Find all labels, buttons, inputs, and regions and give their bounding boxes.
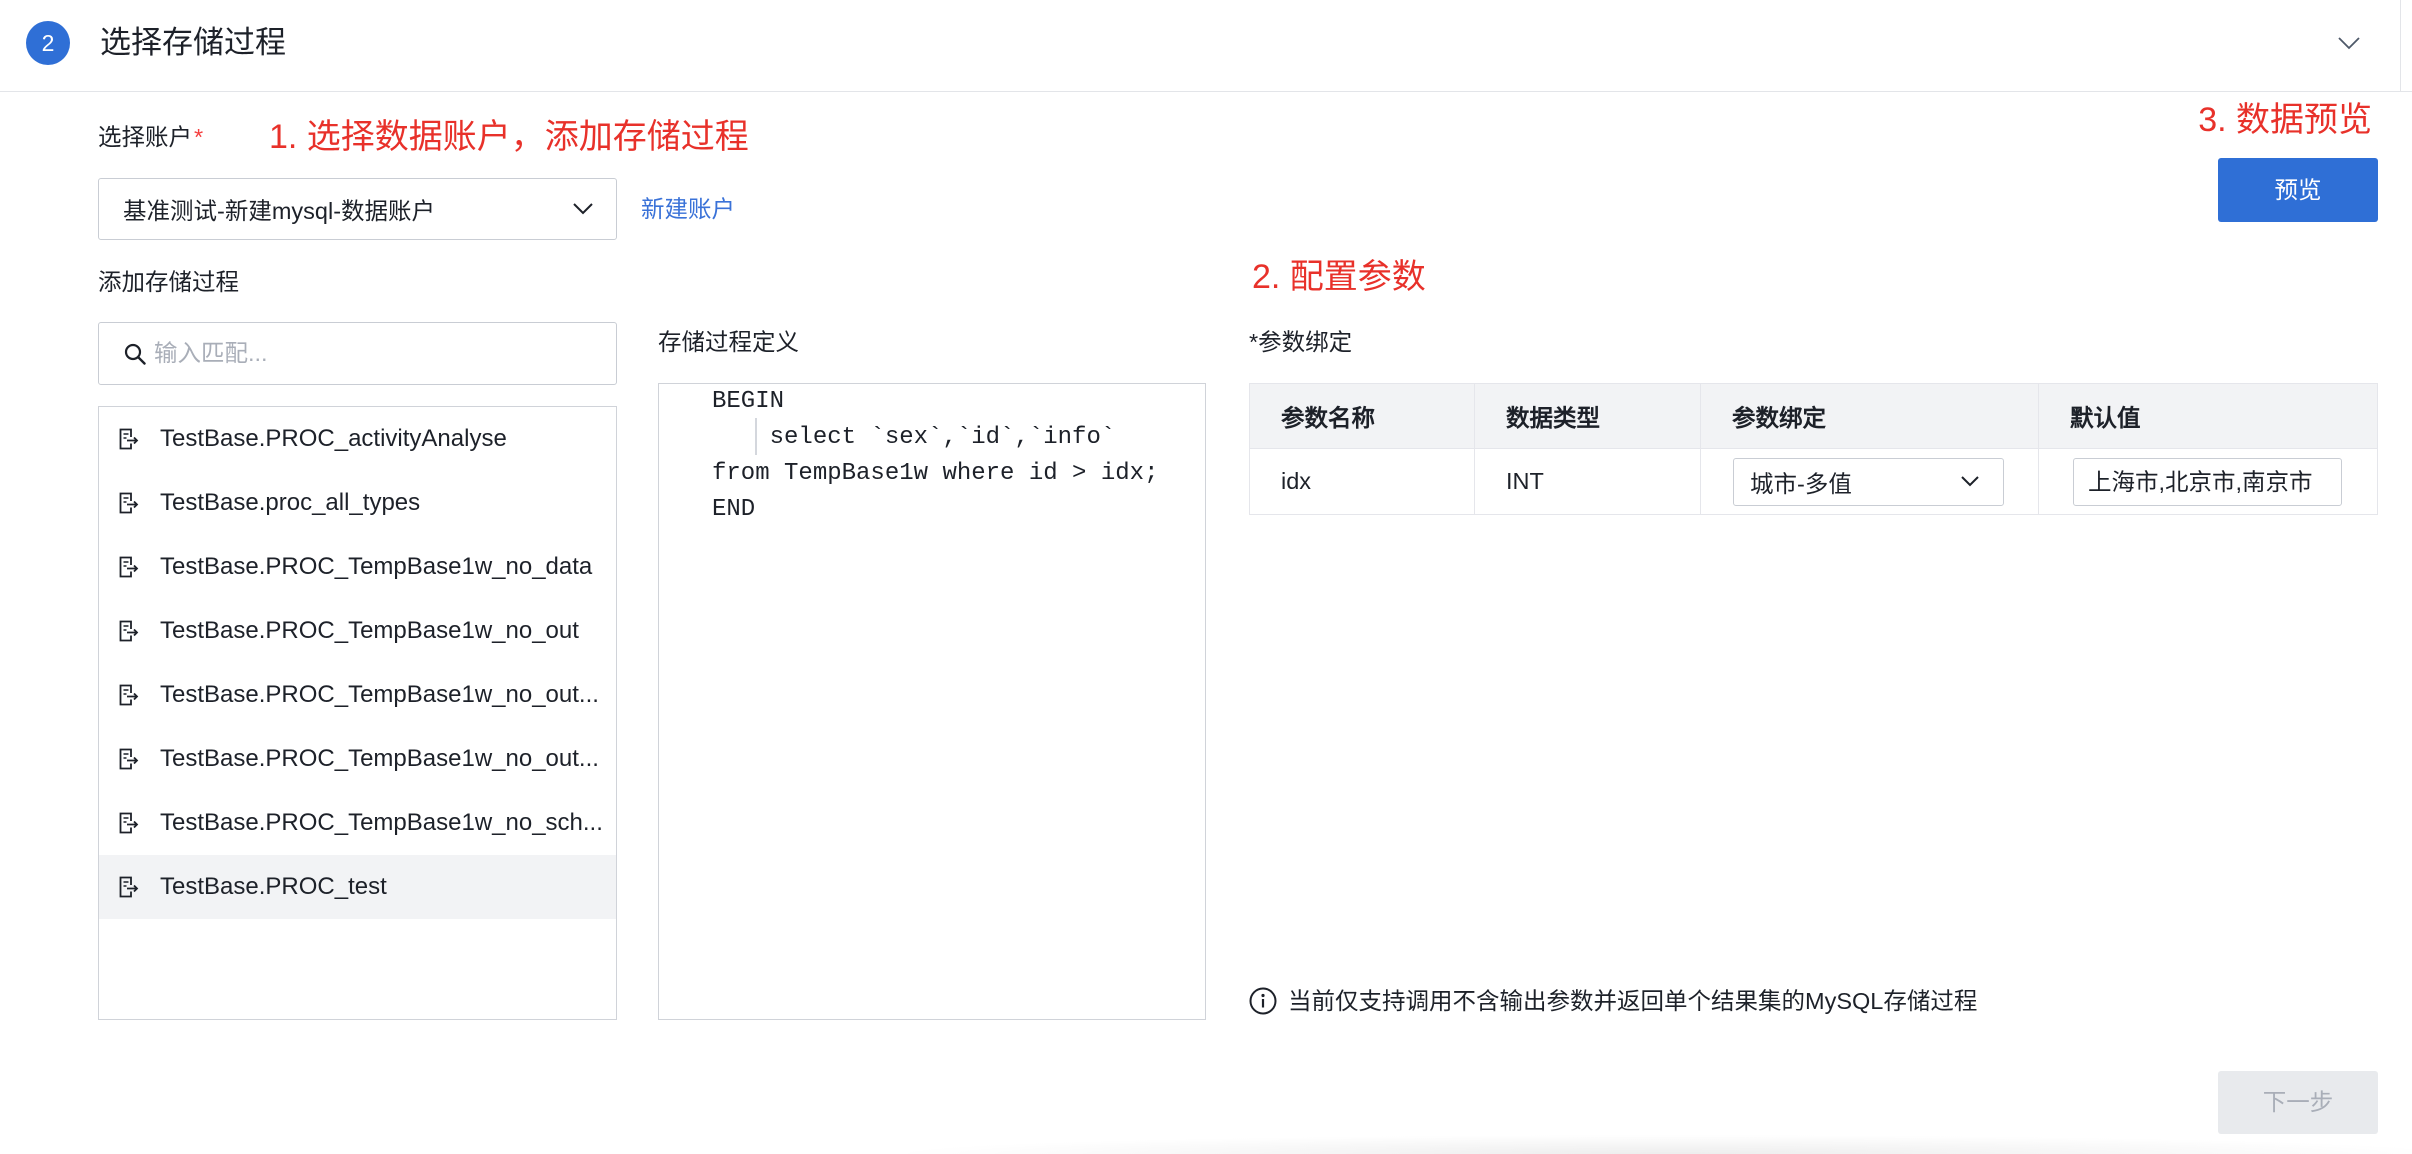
chevron-down-icon [572, 198, 594, 220]
procedure-name: TestBase.PROC_TempBase1w_no_sch... [160, 809, 603, 836]
column-header-data-type: 数据类型 [1474, 383, 1701, 449]
procedure-definition-editor[interactable]: BEGIN select `sex`,`id`,`info` from Temp… [658, 383, 1206, 1020]
procedure-name: TestBase.PROC_activityAnalyse [160, 425, 507, 452]
account-select-value: 基准测试-新建mysql-数据账户 [123, 198, 436, 224]
default-value-cell: 上海市,北京市,南京市 [2038, 448, 2378, 515]
procedure-icon [119, 876, 139, 898]
search-icon [124, 343, 146, 365]
code-line: END [712, 496, 756, 523]
table-header-row: 参数名称 数据类型 参数绑定 默认值 [1249, 383, 2378, 449]
param-binding-cell: 城市-多值 [1700, 448, 2039, 515]
account-label: 选择账户* [98, 122, 203, 152]
procedure-list-item[interactable]: TestBase.PROC_TempBase1w_no_sch... [99, 791, 616, 855]
procedure-icon [119, 748, 139, 770]
param-binding-table: 参数名称 数据类型 参数绑定 默认值 idx INT 城市-多值 上海市,北京市… [1249, 383, 2378, 515]
param-binding-value: 城市-多值 [1750, 471, 1852, 497]
preview-button[interactable]: 预览 [2218, 158, 2378, 222]
column-header-param-name: 参数名称 [1249, 383, 1475, 449]
procedure-list-item[interactable]: TestBase.PROC_TempBase1w_no_out [99, 599, 616, 663]
procedure-list: TestBase.PROC_activityAnalyse TestBase.p… [98, 406, 617, 1020]
procedure-icon [119, 492, 139, 514]
procedure-list-item[interactable]: TestBase.PROC_TempBase1w_no_out... [99, 727, 616, 791]
required-mark: * [194, 124, 204, 150]
new-account-link[interactable]: 新建账户 [641, 194, 735, 224]
definition-label: 存储过程定义 [658, 329, 799, 355]
chevron-down-icon[interactable] [2337, 31, 2361, 55]
procedure-list-item[interactable]: TestBase.PROC_TempBase1w_no_out... [99, 663, 616, 727]
section-title: 选择存储过程 [100, 25, 286, 60]
procedure-name: TestBase.PROC_TempBase1w_no_data [160, 553, 593, 580]
notice-text: 当前仅支持调用不含输出参数并返回单个结果集的MySQL存储过程 [1288, 988, 1978, 1014]
next-step-button[interactable]: 下一步 [2218, 1071, 2378, 1134]
info-icon [1249, 987, 1277, 1015]
chevron-down-icon [1959, 471, 1981, 493]
section-header[interactable]: 2 选择存储过程 [0, 0, 2412, 92]
procedure-list-item[interactable]: TestBase.PROC_TempBase1w_no_data [99, 535, 616, 599]
code-line: select `sex`,`id`,`info` [712, 424, 1116, 451]
panel-edge-divider [2400, 0, 2401, 92]
param-type-cell: INT [1474, 448, 1701, 515]
table-row: idx INT 城市-多值 上海市,北京市,南京市 [1249, 448, 2378, 515]
account-select[interactable]: 基准测试-新建mysql-数据账户 [98, 178, 617, 240]
account-label-text: 选择账户 [98, 124, 192, 150]
default-value-input[interactable]: 上海市,北京市,南京市 [2073, 458, 2342, 506]
procedure-icon [119, 556, 139, 578]
procedure-list-item[interactable]: TestBase.PROC_activityAnalyse [99, 407, 616, 471]
column-header-param-binding: 参数绑定 [1700, 383, 2039, 449]
procedures-label: 添加存储过程 [98, 269, 239, 295]
procedure-name: TestBase.PROC_test [160, 873, 387, 900]
indent-guide [755, 418, 757, 455]
annotation-step2: 2. 配置参数 [1252, 258, 1426, 296]
param-binding-select[interactable]: 城市-多值 [1733, 458, 2004, 506]
code-line: from TempBase1w where id > idx; [712, 460, 1159, 487]
annotation-step3: 3. 数据预览 [2198, 101, 2372, 139]
procedure-name: TestBase.PROC_TempBase1w_no_out... [160, 681, 599, 708]
procedure-name: TestBase.PROC_TempBase1w_no_out... [160, 745, 599, 772]
param-name-cell: idx [1249, 448, 1475, 515]
procedure-icon [119, 684, 139, 706]
procedure-name: TestBase.PROC_TempBase1w_no_out [160, 617, 579, 644]
annotation-step1: 1. 选择数据账户，添加存储过程 [269, 118, 749, 156]
params-label: *参数绑定 [1249, 329, 1353, 355]
procedure-search-field[interactable] [98, 322, 617, 385]
column-header-default-value: 默认值 [2038, 383, 2378, 449]
procedure-icon [119, 620, 139, 642]
procedure-search-input[interactable] [154, 323, 604, 384]
procedure-icon [119, 428, 139, 450]
procedure-list-item[interactable]: TestBase.PROC_test [99, 855, 616, 919]
procedure-icon [119, 812, 139, 834]
step-number-badge: 2 [26, 21, 70, 65]
bottom-shadow [770, 1130, 2412, 1154]
procedure-name: TestBase.proc_all_types [160, 489, 421, 516]
code-line: BEGIN [712, 388, 785, 415]
procedure-list-item[interactable]: TestBase.proc_all_types [99, 471, 616, 535]
